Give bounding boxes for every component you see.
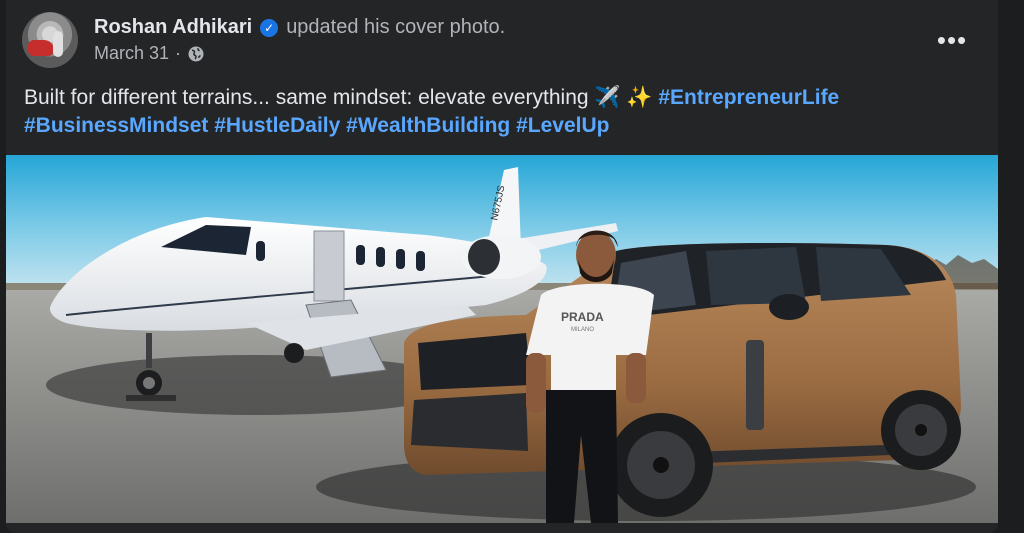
post-action-text: updated his cover photo. <box>286 16 506 38</box>
post-header: Roshan Adhikari ✓ updated his cover phot… <box>22 12 982 68</box>
post-meta: March 31 · <box>94 43 205 64</box>
hashtag-businessmindset[interactable]: #BusinessMindset <box>24 114 208 137</box>
meta-separator: · <box>175 43 182 63</box>
cover-photo-illustration: N675JS PRADA MILANO <box>6 155 998 523</box>
more-options-button[interactable]: ••• <box>934 22 970 58</box>
post-date[interactable]: March 31 <box>94 43 169 64</box>
author-name[interactable]: Roshan Adhikari <box>94 16 252 39</box>
author-avatar[interactable] <box>22 12 78 68</box>
hashtag-wealthbuilding[interactable]: #WealthBuilding <box>346 114 510 137</box>
post-caption: Built for different terrains... same min… <box>24 84 974 140</box>
shirt-print-sub: MILANO <box>571 327 594 333</box>
hashtag-hustledaily[interactable]: #HustleDaily <box>214 114 340 137</box>
cover-photo[interactable]: N675JS PRADA MILANO <box>6 155 998 523</box>
caption-text: Built for different terrains... same min… <box>24 86 653 109</box>
hashtag-entrepreneurlife[interactable]: #EntrepreneurLife <box>658 86 839 109</box>
hashtag-levelup[interactable]: #LevelUp <box>516 114 609 137</box>
more-horizontal-icon: ••• <box>936 25 968 55</box>
author-row: Roshan Adhikari ✓ updated his cover phot… <box>94 16 505 39</box>
shirt-print: PRADA <box>561 310 604 324</box>
globe-icon[interactable] <box>187 45 205 63</box>
post-card: Roshan Adhikari ✓ updated his cover phot… <box>6 0 998 533</box>
verified-badge-icon: ✓ <box>260 18 279 37</box>
